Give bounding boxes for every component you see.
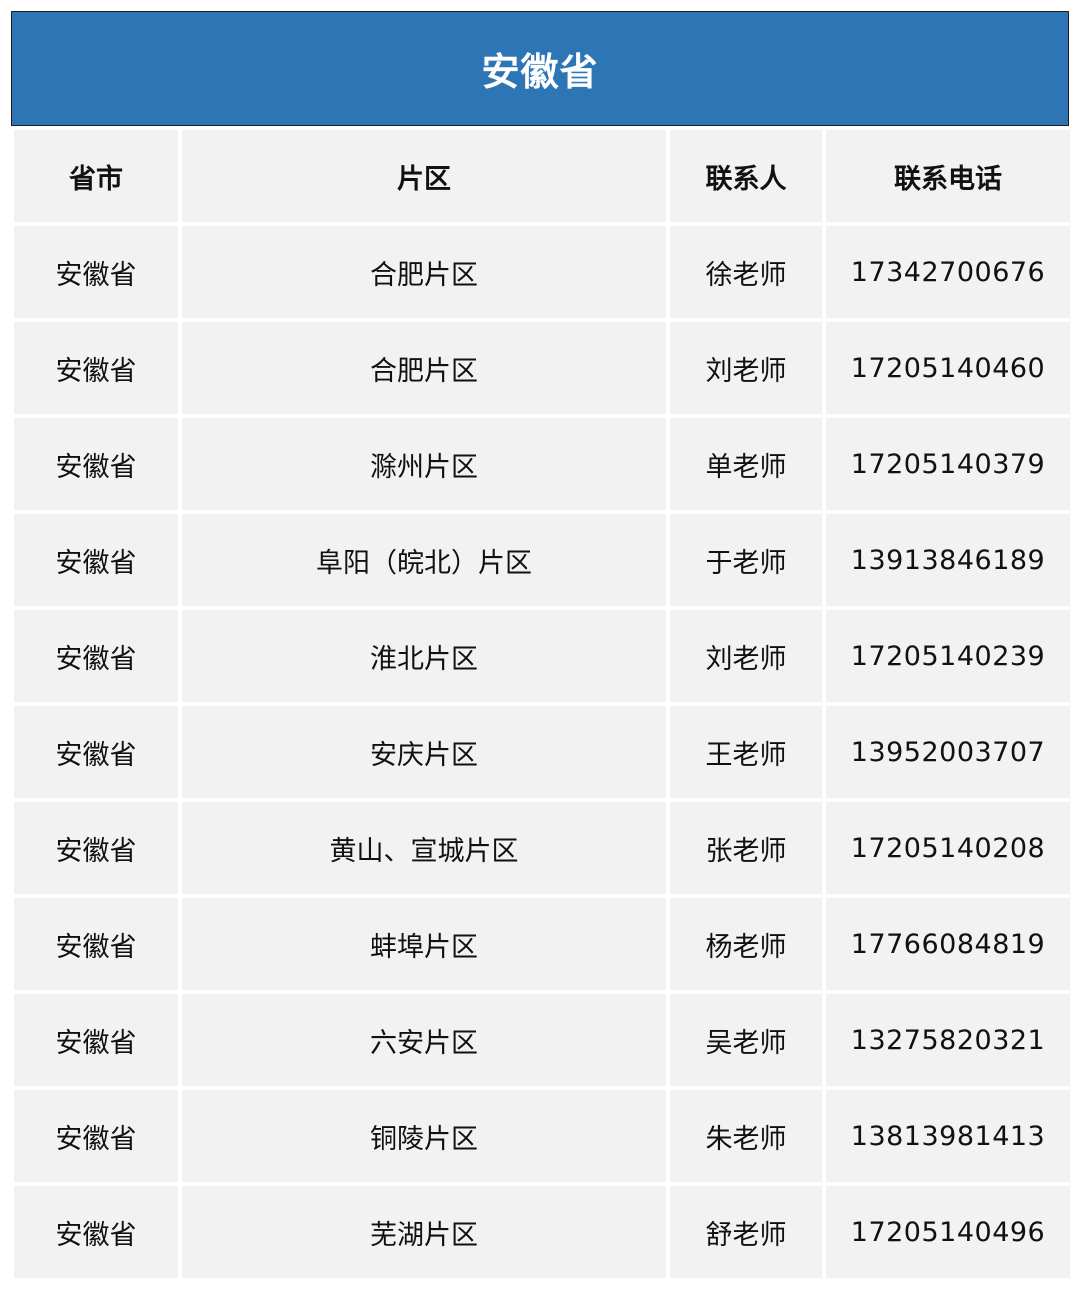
table-row: 安徽省 铜陵片区 朱老师 13813981413 — [14, 1090, 1070, 1182]
phone-cell: 17205140496 — [826, 1186, 1070, 1278]
phone-cell: 13275820321 — [826, 994, 1070, 1086]
province-cell: 安徽省 — [14, 514, 178, 606]
district-cell: 黄山、宣城片区 — [182, 802, 666, 894]
table-row: 安徽省 合肥片区 刘老师 17205140460 — [14, 322, 1070, 414]
province-cell: 安徽省 — [14, 994, 178, 1086]
district-cell: 淮北片区 — [182, 610, 666, 702]
table-row: 安徽省 六安片区 吴老师 13275820321 — [14, 994, 1070, 1086]
table-row: 安徽省 合肥片区 徐老师 17342700676 — [14, 226, 1070, 318]
contact-cell: 徐老师 — [670, 226, 822, 318]
table-row: 安徽省 蚌埠片区 杨老师 17766084819 — [14, 898, 1070, 990]
district-cell: 蚌埠片区 — [182, 898, 666, 990]
phone-cell: 17342700676 — [826, 226, 1070, 318]
table-row: 安徽省 阜阳（皖北）片区 于老师 13913846189 — [14, 514, 1070, 606]
phone-cell: 17205140239 — [826, 610, 1070, 702]
province-cell: 安徽省 — [14, 898, 178, 990]
header-row: 省市 片区 联系人 联系电话 — [14, 130, 1070, 222]
table-row: 安徽省 安庆片区 王老师 13952003707 — [14, 706, 1070, 798]
phone-cell: 17766084819 — [826, 898, 1070, 990]
table-row: 安徽省 黄山、宣城片区 张老师 17205140208 — [14, 802, 1070, 894]
header-phone: 联系电话 — [826, 130, 1070, 222]
contact-cell: 张老师 — [670, 802, 822, 894]
contact-cell: 王老师 — [670, 706, 822, 798]
contact-cell: 朱老师 — [670, 1090, 822, 1182]
province-cell: 安徽省 — [14, 418, 178, 510]
province-cell: 安徽省 — [14, 1090, 178, 1182]
district-cell: 滁州片区 — [182, 418, 666, 510]
province-cell: 安徽省 — [14, 610, 178, 702]
table-row: 安徽省 芜湖片区 舒老师 17205140496 — [14, 1186, 1070, 1278]
phone-cell: 13813981413 — [826, 1090, 1070, 1182]
province-cell: 安徽省 — [14, 1186, 178, 1278]
contact-cell: 刘老师 — [670, 610, 822, 702]
contact-cell: 杨老师 — [670, 898, 822, 990]
header-district: 片区 — [182, 130, 666, 222]
district-cell: 安庆片区 — [182, 706, 666, 798]
province-cell: 安徽省 — [14, 706, 178, 798]
contact-cell: 舒老师 — [670, 1186, 822, 1278]
phone-cell: 17205140379 — [826, 418, 1070, 510]
contact-cell: 刘老师 — [670, 322, 822, 414]
district-cell: 阜阳（皖北）片区 — [182, 514, 666, 606]
district-cell: 铜陵片区 — [182, 1090, 666, 1182]
contact-cell: 吴老师 — [670, 994, 822, 1086]
contact-cell: 于老师 — [670, 514, 822, 606]
phone-cell: 13913846189 — [826, 514, 1070, 606]
district-cell: 芜湖片区 — [182, 1186, 666, 1278]
district-cell: 合肥片区 — [182, 226, 666, 318]
province-cell: 安徽省 — [14, 322, 178, 414]
contact-cell: 单老师 — [670, 418, 822, 510]
phone-cell: 17205140460 — [826, 322, 1070, 414]
district-cell: 合肥片区 — [182, 322, 666, 414]
phone-cell: 13952003707 — [826, 706, 1070, 798]
phone-cell: 17205140208 — [826, 802, 1070, 894]
header-province: 省市 — [14, 130, 178, 222]
province-cell: 安徽省 — [14, 802, 178, 894]
page-title: 安徽省 — [481, 50, 599, 94]
header-contact: 联系人 — [670, 130, 822, 222]
district-cell: 六安片区 — [182, 994, 666, 1086]
contact-table: 省市 片区 联系人 联系电话 安徽省 合肥片区 徐老师 17342700676 … — [10, 126, 1074, 1282]
table-row: 安徽省 淮北片区 刘老师 17205140239 — [14, 610, 1070, 702]
title-bar: 安徽省 — [11, 11, 1069, 126]
contact-sheet: 安徽省 省市 片区 联系人 联系电话 安徽省 合肥片区 徐老师 17342700… — [11, 11, 1070, 1282]
province-cell: 安徽省 — [14, 226, 178, 318]
table-row: 安徽省 滁州片区 单老师 17205140379 — [14, 418, 1070, 510]
